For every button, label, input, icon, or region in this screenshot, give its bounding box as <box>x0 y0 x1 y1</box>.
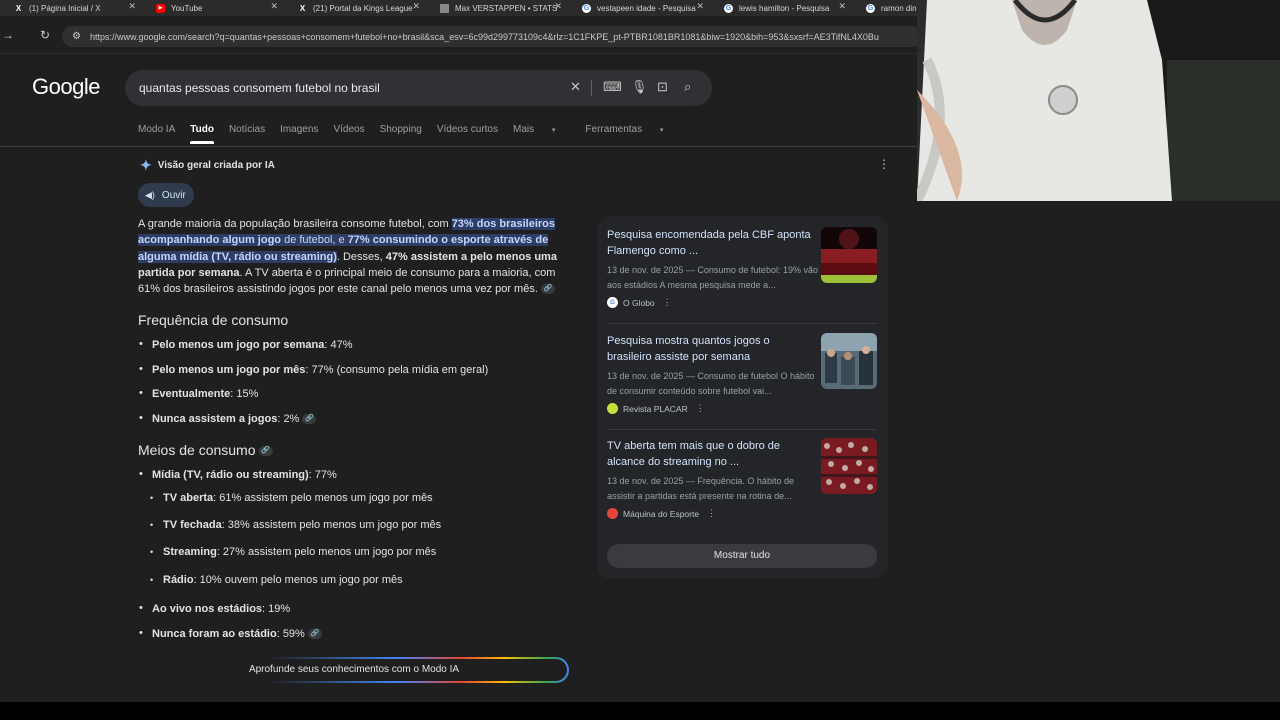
sparkle-icon: ✦ <box>140 157 152 173</box>
list-item: Eventualmente: 15% <box>139 387 258 400</box>
google-icon: G <box>724 3 733 13</box>
divider <box>607 429 877 430</box>
placar-logo-icon <box>607 403 618 414</box>
search-input[interactable]: quantas pessoas consomem futebol no bras… <box>125 70 712 106</box>
tab-mais[interactable]: Mais ▾ <box>513 124 570 135</box>
tab-imagens[interactable]: Imagens <box>280 124 318 135</box>
list-item: Nunca foram ao estádio: 59%🔗 <box>139 627 322 640</box>
search-tabs: Modo IA Tudo Notícias Imagens Vídeos Sho… <box>138 124 693 144</box>
close-tab-icon[interactable]: ✕ <box>412 1 420 12</box>
source-snippet: 13 de nov. de 2025 — Frequência. O hábit… <box>607 476 794 501</box>
more-options-icon[interactable]: ⋮ <box>696 403 705 414</box>
chevron-down-icon: ▾ <box>551 127 556 134</box>
list-item: Nunca assistem a jogos: 2%🔗 <box>139 412 317 425</box>
browser-tab[interactable]: ▶ YouTube ✕ <box>142 0 284 16</box>
link-icon[interactable]: 🔗 <box>307 629 322 640</box>
link-icon[interactable]: 🔗 <box>258 446 273 457</box>
source-card[interactable]: TV aberta tem mais que o dobro de alcanc… <box>607 438 881 528</box>
tab-shopping[interactable]: Shopping <box>380 124 422 135</box>
stadium-thumbnail-image[interactable] <box>821 227 877 283</box>
source-site: Revista PLACAR ⋮ <box>607 403 705 414</box>
browser-tab[interactable]: X (1) Página Inicial / X ✕ <box>0 0 142 16</box>
browser-tab[interactable]: Max VERSTAPPEN • STATS ✕ <box>426 0 568 16</box>
source-card[interactable]: Pesquisa encomendada pela CBF aponta Fla… <box>607 227 881 317</box>
forward-arrow-icon[interactable]: → <box>2 28 14 42</box>
tab-ferramentas[interactable]: Ferramentas ▾ <box>585 124 678 135</box>
divider <box>591 80 592 96</box>
tab-noticias[interactable]: Notícias <box>229 124 265 135</box>
fans-thumbnail-image[interactable] <box>821 333 877 389</box>
close-tab-icon[interactable]: ✕ <box>270 1 278 12</box>
divider <box>0 146 917 147</box>
source-snippet: 13 de nov. de 2025 — Consumo de futebol:… <box>607 265 818 290</box>
close-tab-icon[interactable]: ✕ <box>838 1 846 12</box>
link-icon[interactable]: 🔗 <box>540 284 555 295</box>
tab-videos[interactable]: Vídeos <box>333 124 364 135</box>
site-info-icon[interactable]: ⚙ <box>72 31 81 42</box>
search-icon[interactable]: ⌕ <box>684 79 691 95</box>
youtube-icon: ▶ <box>156 3 165 13</box>
reload-icon[interactable]: ↻ <box>40 28 50 42</box>
source-card[interactable]: Pesquisa mostra quantos jogos o brasilei… <box>607 333 881 423</box>
keyboard-icon[interactable]: ⌨ <box>603 79 622 95</box>
source-title[interactable]: Pesquisa mostra quantos jogos o brasilei… <box>607 333 817 365</box>
source-title[interactable]: TV aberta tem mais que o dobro de alcanc… <box>607 438 817 470</box>
section-heading: Frequência de consumo <box>138 312 289 328</box>
sources-panel: Pesquisa encomendada pela CBF aponta Fla… <box>597 216 888 579</box>
x-logo-icon: X <box>299 3 306 13</box>
ai-mode-deep-dive-button[interactable]: Aprofunde seus conhecimentos com o Modo … <box>139 657 569 683</box>
list-item: TV fechada: 38% assistem pelo menos um j… <box>150 519 441 531</box>
source-site: Máquina do Esporte ⋮ <box>607 508 716 519</box>
url-field[interactable]: ⚙ https://www.google.com/search?q=quanta… <box>62 26 922 47</box>
bottom-bar <box>0 702 1280 720</box>
google-icon: G <box>866 3 875 13</box>
list-item: Ao vivo nos estádios: 19% <box>139 602 290 615</box>
ai-summary-paragraph: A grande maioria da população brasileira… <box>138 218 557 296</box>
more-options-icon[interactable]: ⋮ <box>663 297 672 308</box>
divider <box>607 323 877 324</box>
list-item: Rádio: 10% ouvem pelo menos um jogo por … <box>150 574 403 586</box>
close-tab-icon[interactable]: ✕ <box>554 1 562 12</box>
google-logo[interactable]: Google <box>32 74 100 100</box>
image-icon <box>440 3 449 13</box>
ai-overview-header: ✦ Visão geral criada por IA <box>140 157 275 173</box>
list-item: Mídia (TV, rádio ou streaming): 77% <box>139 468 337 481</box>
show-all-button[interactable]: Mostrar tudo <box>607 544 877 568</box>
source-snippet: 13 de nov. de 2025 — Consumo de futebol … <box>607 371 815 396</box>
microphone-icon[interactable]: 🎙 <box>631 79 648 95</box>
close-tab-icon[interactable]: ✕ <box>696 1 704 12</box>
tab-tudo[interactable]: Tudo <box>190 124 214 144</box>
tab-modo-ia[interactable]: Modo IA <box>138 124 175 135</box>
list-item: Streaming: 27% assistem pelo menos um jo… <box>150 546 436 558</box>
speaker-icon: ◀) <box>145 189 155 200</box>
tab-videos-curtos[interactable]: Vídeos curtos <box>437 124 498 135</box>
webcam-overlay-image <box>917 0 1280 201</box>
camera-lens-icon[interactable]: ⊡ <box>657 79 668 95</box>
google-icon: G <box>582 3 591 13</box>
list-item: Pelo menos um jogo por semana: 47% <box>139 338 352 351</box>
more-options-icon[interactable]: ⋮ <box>878 157 890 171</box>
list-item: TV aberta: 61% assistem pelo menos um jo… <box>150 492 433 504</box>
x-logo-icon: X <box>15 3 22 13</box>
crowd-thumbnail-image[interactable] <box>821 438 877 494</box>
list-item: Pelo menos um jogo por mês: 77% (consumo… <box>139 363 488 376</box>
maquina-logo-icon <box>607 508 618 519</box>
chevron-down-icon: ▾ <box>659 127 664 134</box>
listen-button[interactable]: ◀) Ouvir <box>138 183 194 207</box>
clear-icon[interactable]: ✕ <box>570 79 581 95</box>
more-options-icon[interactable]: ⋮ <box>707 508 716 519</box>
source-site: G O Globo ⋮ <box>607 297 672 308</box>
browser-tab[interactable]: X (21) Portal da Kings League ✕ <box>284 0 426 16</box>
source-title[interactable]: Pesquisa encomendada pela CBF aponta Fla… <box>607 227 817 259</box>
browser-tab[interactable]: Gvestapeen idade - Pesquisa ✕ <box>568 0 710 16</box>
google-icon: G <box>607 297 618 308</box>
browser-tab[interactable]: Glewis hamilton - Pesquisa ✕ <box>710 0 852 16</box>
close-tab-icon[interactable]: ✕ <box>128 1 136 12</box>
link-icon[interactable]: 🔗 <box>302 414 317 425</box>
section-heading: Meios de consumo 🔗 <box>138 442 273 458</box>
